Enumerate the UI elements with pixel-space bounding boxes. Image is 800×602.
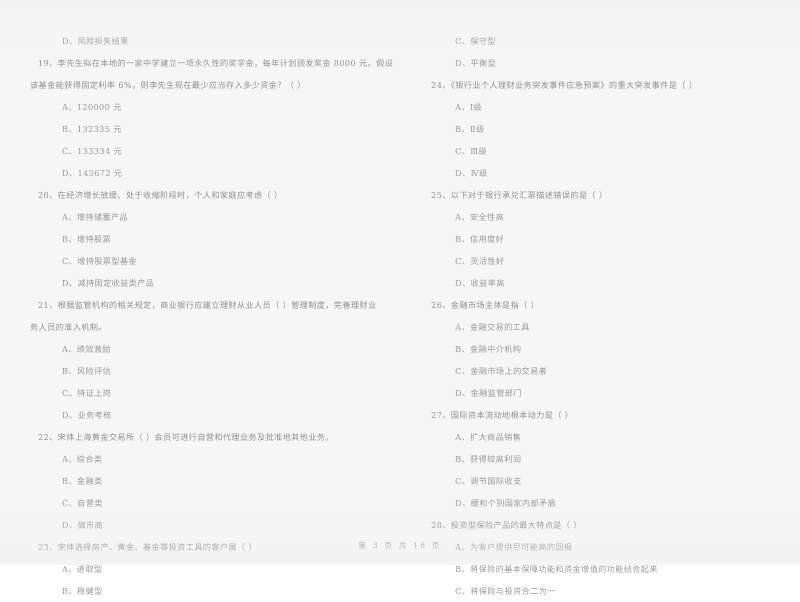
answer-option: C、持证上岗 [62, 388, 112, 398]
answer-option: A、进取型 [62, 564, 103, 574]
answer-option: C、133334 元 [62, 146, 122, 156]
question-text: 20、在经济增长放缓、处于收缩阶段时，个人和家庭应考虑（ ） [38, 190, 283, 200]
answer-option: D、Ⅳ级 [455, 168, 488, 178]
answer-option: D、做市商 [62, 520, 104, 530]
answer-option: B、获得较高利润 [455, 454, 522, 464]
two-column-body: D、风险损失结果 19、李先生拟在本地的一家中学建立一项永久性的奖学金，每年计划颁… [30, 30, 770, 596]
answer-option: C、保守型 [455, 36, 496, 46]
answer-option: C、自营类 [62, 498, 103, 508]
answer-option: B、金融类 [62, 476, 103, 486]
answer-option: A、金融交易的工具 [455, 322, 530, 332]
answer-option: D、145672 元 [62, 168, 123, 178]
answer-option: D、缓和个别国家内部矛盾 [455, 498, 556, 508]
answer-option: D、减持固定收益类产品 [62, 278, 155, 288]
question-text: 19、李先生拟在本地的一家中学建立一项永久性的奖学金，每年计划颁发奖金 8000… [38, 58, 394, 68]
question-text: 21、根据监管机构的相关规定，商业银行应建立理财从业人员（ ）管理制度，完善理财… [38, 300, 377, 310]
question-text: 24、《银行业个人理财业务突发事件应急预案》的重大突发事件是（ ） [431, 80, 698, 90]
question-text: 该基金能获得固定利率 6%，则李先生现在最少应当存入多少资金？（ ） [30, 80, 306, 90]
page-footer: 第 3 页 共 18 页 [358, 541, 442, 550]
answer-option: B、金融中介机构 [455, 344, 522, 354]
question-text: 22、宋体上海黄金交易所（ ）会员可进行自营和代理业务及批准地其他业务。 [38, 432, 334, 442]
answer-option: A、绩效激励 [62, 344, 111, 354]
answer-option: C、Ⅲ级 [455, 146, 488, 156]
question-text: 26、金融市场主体是指（ ） [431, 300, 540, 310]
answer-option: D、业务考核 [62, 410, 112, 420]
answer-option: C、金融市场上的交易者 [455, 366, 548, 376]
answer-option: C、调节国际收支 [455, 476, 522, 486]
left-column: D、风险损失结果 19、李先生拟在本地的一家中学建立一项永久性的奖学金，每年计划颁… [30, 30, 394, 596]
answer-option: D、金融监管部门 [455, 388, 522, 398]
answer-option: B、稳健型 [62, 586, 103, 596]
answer-option: A、增持储蓄产品 [62, 212, 129, 222]
answer-option: A、Ⅰ级 [455, 102, 483, 112]
document-page: D、风险损失结果 19、李先生拟在本地的一家中学建立一项永久性的奖学金，每年计划颁… [0, 0, 800, 596]
answer-option: B、132335 元 [62, 124, 122, 134]
question-text: 务人员的准入机制。 [30, 322, 107, 332]
answer-option: C、灵活性好 [455, 256, 505, 266]
question-text: 25、以下对于银行承兑汇票描述错误的是（ ） [431, 190, 608, 200]
answer-option: A、扩大商品销售 [455, 432, 522, 442]
answer-option: D、收益率高 [455, 278, 505, 288]
question-text: 27、国际资本流动地根本动力是（ ） [431, 410, 574, 420]
answer-option: D、风险损失结果 [62, 36, 129, 46]
answer-option: C、将保险与投资合二为一 [455, 586, 556, 596]
answer-option: C、增持股票型基金 [62, 256, 137, 266]
answer-option: B、风险评估 [62, 366, 112, 376]
answer-option: B、信用度好 [455, 234, 505, 244]
answer-option: B、增持股票 [62, 234, 112, 244]
answer-option: B、Ⅱ级 [455, 124, 485, 134]
answer-option: A、综合类 [62, 454, 103, 464]
right-column: C、保守型 D、平衡型 24、《银行业个人理财业务突发事件应急预案》的重大突发事件是… [393, 30, 770, 596]
answer-option: B、将保险的基本保障功能和资金增值的功能结合起来 [455, 564, 658, 574]
answer-option: D、平衡型 [455, 58, 497, 68]
answer-option: A、120000 元 [62, 102, 122, 112]
answer-option: A、安全性高 [455, 212, 505, 222]
question-text: 28、投资型保险产品的最大特点是（ ） [431, 520, 582, 530]
